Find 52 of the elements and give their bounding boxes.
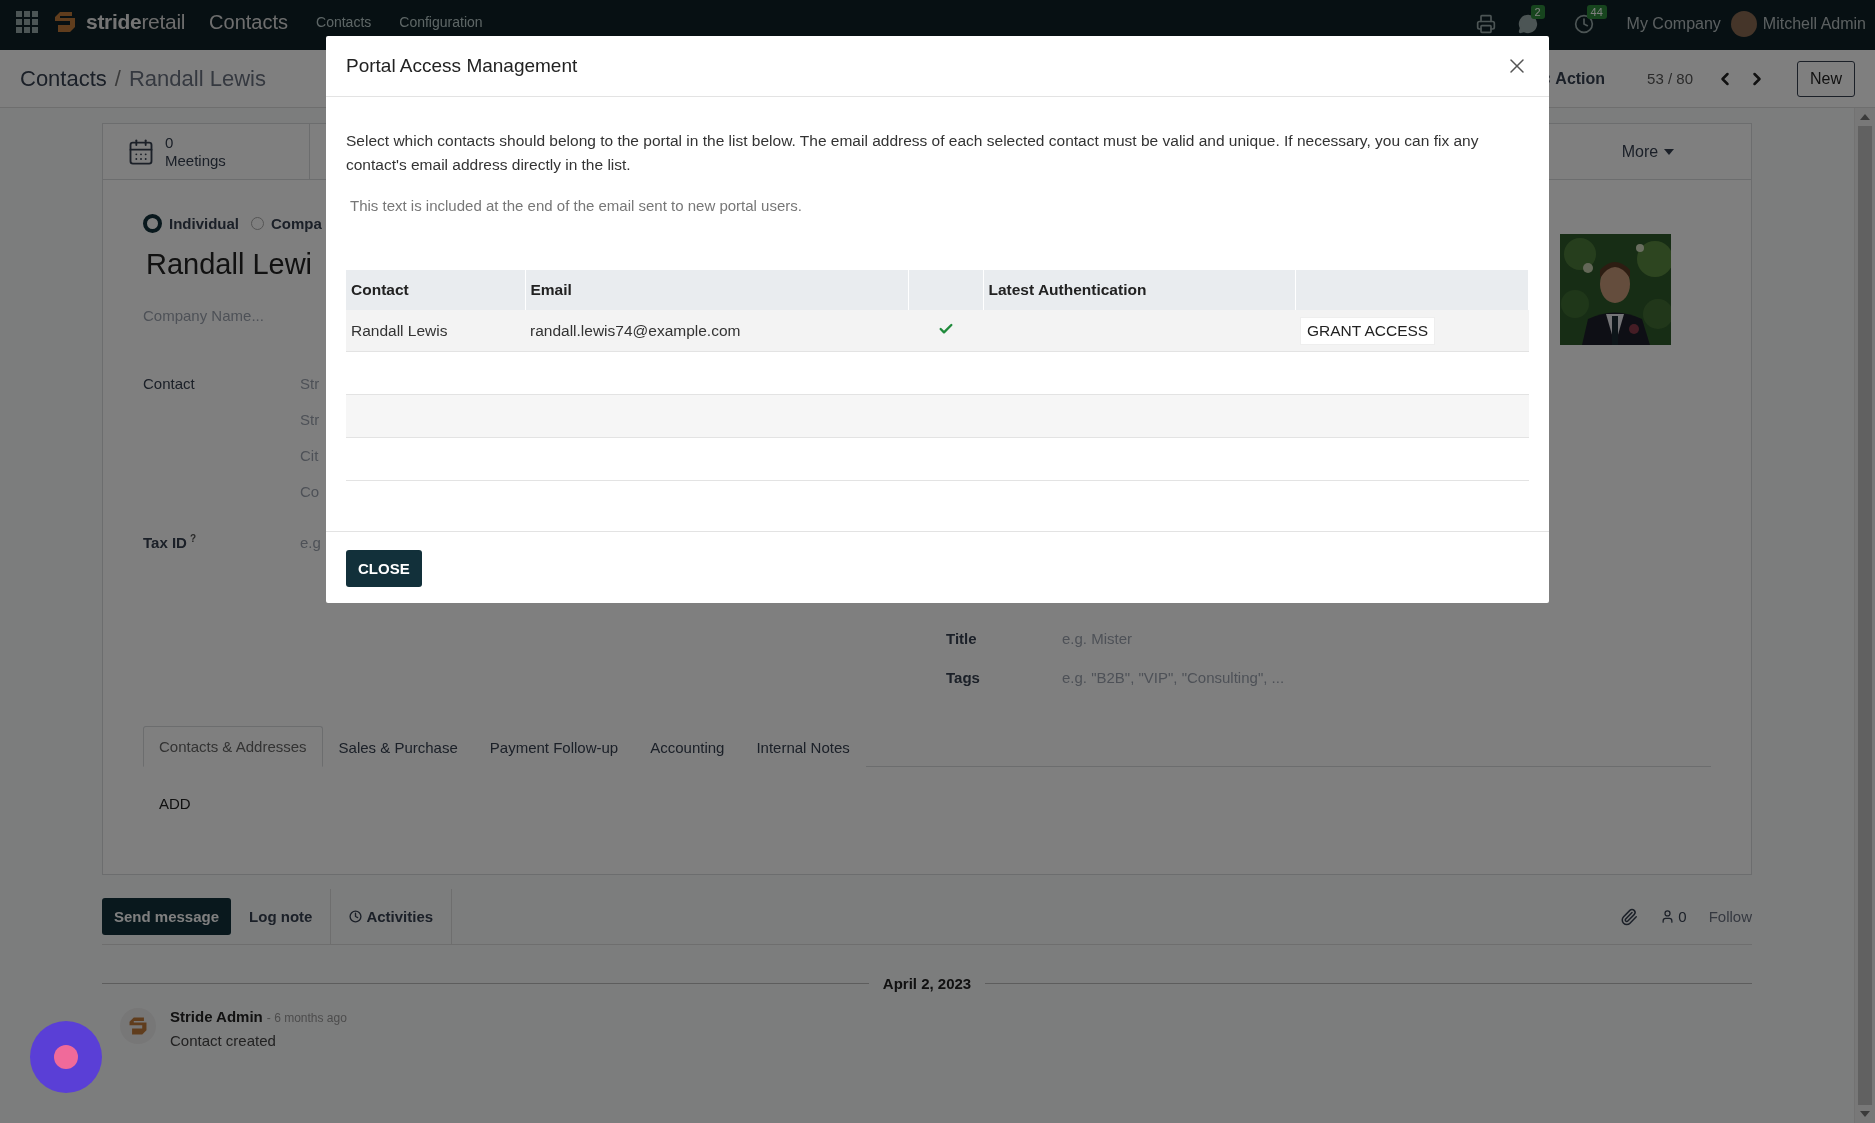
- calendar-icon: [127, 137, 155, 166]
- caret-icon: [1664, 148, 1675, 155]
- log-note-button[interactable]: Log note: [231, 898, 331, 935]
- app-name: Contacts: [209, 10, 289, 34]
- notebook-tab[interactable]: Contacts & Addresses: [143, 726, 323, 767]
- table-cell: randall.lewis74@example.com: [525, 310, 908, 352]
- message-body: Contact created: [170, 1032, 277, 1049]
- field-label: Tax ID $^{?}$: [143, 533, 197, 551]
- radio-option[interactable]: Compa: [251, 214, 322, 232]
- logo-icon: [52, 9, 78, 35]
- user-avatar: [1730, 11, 1757, 37]
- welcome-message-field[interactable]: This text is included at the end of the email sent to new portal users.: [346, 193, 1529, 218]
- activities-button[interactable]: Activities: [330, 889, 453, 944]
- add-line-button[interactable]: ADD: [159, 795, 191, 812]
- scrollbar[interactable]: [1854, 108, 1875, 1123]
- pager-counter: 53 / 80: [1647, 70, 1693, 87]
- field-label: Tags: [946, 669, 981, 686]
- grant-access-button[interactable]: GRANT ACCESS: [1300, 316, 1436, 345]
- logo-icon: [127, 1015, 149, 1037]
- send-message-button[interactable]: Send message: [102, 898, 232, 935]
- message-author: Stride Admin: [170, 1008, 263, 1025]
- contact-name: Randall Lewi: [146, 248, 313, 281]
- column-header: Latest Authentication: [983, 270, 1295, 310]
- column-header: Contact: [346, 270, 525, 310]
- follow-button[interactable]: Follow: [1708, 908, 1752, 925]
- count-badge: 2: [1530, 5, 1545, 19]
- company-switcher[interactable]: My Company: [1626, 15, 1721, 33]
- user-icon: [1660, 909, 1676, 924]
- dialog-description: Select which contacts should belong to the portal in the list below. The email address of each selected contact must be valid and unique. If necessary, you can fix any contact's email address directly in the list.: [346, 131, 1480, 175]
- table-cell: Randall Lewis: [346, 310, 525, 352]
- scroll-up-icon[interactable]: [1860, 114, 1870, 120]
- breadcrumb-separator: /: [114, 65, 121, 92]
- radio-option[interactable]: Individual: [143, 213, 239, 233]
- new-button[interactable]: New: [1797, 60, 1855, 97]
- menu-item[interactable]: Contacts: [316, 14, 372, 30]
- clock-icon: [349, 910, 363, 923]
- date-separator: April 2, 2023: [882, 975, 972, 992]
- brand-logo: strideretail: [86, 10, 186, 34]
- user-menu[interactable]: Mitchell Admin: [1762, 15, 1866, 33]
- column-header: Email: [525, 270, 908, 310]
- menu-item[interactable]: Configuration: [399, 14, 483, 30]
- breadcrumb-link[interactable]: Contacts: [20, 65, 107, 92]
- followers-button[interactable]: 0: [1660, 908, 1687, 925]
- paperclip-icon[interactable]: [1620, 907, 1639, 926]
- apps-icon[interactable]: [16, 11, 38, 33]
- close-button[interactable]: CLOSE: [346, 550, 422, 587]
- field-label: Title: [946, 630, 978, 647]
- field-label: Contact: [143, 375, 196, 392]
- breadcrumb-current: Randall Lewis: [128, 65, 266, 92]
- dialog-title: Portal Access Management: [346, 55, 578, 77]
- scroll-down-icon[interactable]: [1860, 1111, 1870, 1117]
- count-badge: 44: [1586, 5, 1607, 19]
